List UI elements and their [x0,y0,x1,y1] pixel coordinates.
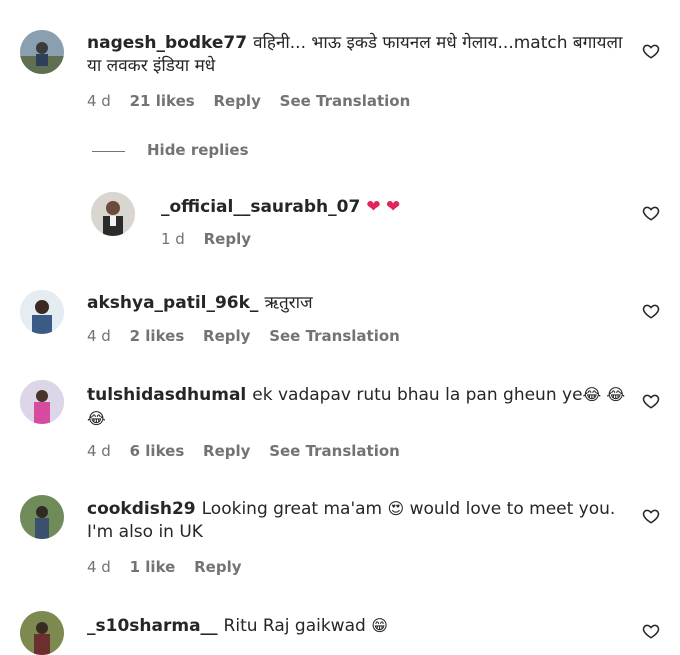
username-link[interactable]: nagesh_bodke77 [87,33,247,53]
comment-text: nagesh_bodke77 वहिनी... भाऊ इकडे फायनल मध… [87,32,627,78]
reply-button[interactable]: Reply [194,558,241,576]
likes-count[interactable]: 2 likes [130,327,185,345]
username-link[interactable]: akshya_patil_96k_ [87,293,258,313]
timestamp: 4 d [87,327,111,345]
heart-outline-icon[interactable] [642,507,660,525]
see-translation-button[interactable]: See Translation [269,327,400,345]
grinning-emoji-icon: 😁 [371,616,388,635]
likes-count[interactable]: 1 like [130,558,176,576]
hide-replies-line [92,151,125,152]
heart-outline-icon[interactable] [642,42,660,60]
likes-count[interactable]: 21 likes [130,92,195,110]
likes-count[interactable]: 6 likes [130,442,185,460]
comment-body: ऋतुराज [264,293,313,313]
reply-button[interactable]: Reply [213,92,260,110]
comment-meta: 4 d 21 likes Reply See Translation [87,92,424,110]
reply-text: _official__saurabh_07 ❤ ❤ [161,196,400,219]
see-translation-button[interactable]: See Translation [280,92,411,110]
avatar[interactable] [20,495,64,539]
avatar[interactable] [20,290,64,334]
heart-outline-icon[interactable] [642,204,660,222]
comment-text: _s10sharma__ Ritu Raj gaikwad 😁 [87,614,388,638]
heart-outline-icon[interactable] [642,622,660,640]
avatar[interactable] [20,30,64,74]
heart-eyes-emoji-icon: 😍 [387,499,405,518]
timestamp: 4 d [87,92,111,110]
avatar[interactable] [20,380,64,424]
comment-body: Ritu Raj gaikwad [223,616,366,636]
comment-text: tulshidasdhumal ek vadapav rutu bhau la p… [87,383,627,431]
timestamp: 1 d [161,230,185,248]
timestamp: 4 d [87,442,111,460]
comment-body: Looking great ma'am [201,499,383,519]
see-translation-button[interactable]: See Translation [269,442,400,460]
red-heart-icon: ❤ ❤ [366,197,401,217]
username-link[interactable]: _s10sharma__ [87,616,218,636]
reply-button[interactable]: Reply [203,442,250,460]
reply-button[interactable]: Reply [203,327,250,345]
username-link[interactable]: tulshidasdhumal [87,385,246,405]
heart-outline-icon[interactable] [642,392,660,410]
username-link[interactable]: _official__saurabh_07 [161,197,360,217]
avatar[interactable] [91,192,135,236]
comment-meta: 4 d 6 likes Reply See Translation [87,442,414,460]
avatar[interactable] [20,611,64,655]
timestamp: 4 d [87,558,111,576]
comment-text: akshya_patil_96k_ ऋतुराज [87,292,313,315]
hide-replies-button[interactable]: Hide replies [147,141,249,159]
reply-meta: 1 d Reply [161,230,265,248]
reply-button[interactable]: Reply [204,230,251,248]
comment-meta: 4 d 2 likes Reply See Translation [87,327,414,345]
comment-meta: 4 d 1 like Reply [87,558,256,576]
username-link[interactable]: cookdish29 [87,499,196,519]
heart-outline-icon[interactable] [642,302,660,320]
comment-text: cookdish29 Looking great ma'am 😍 would lo… [87,497,617,544]
comment-body: ek vadapav rutu bhau la pan gheun ye [252,385,583,405]
